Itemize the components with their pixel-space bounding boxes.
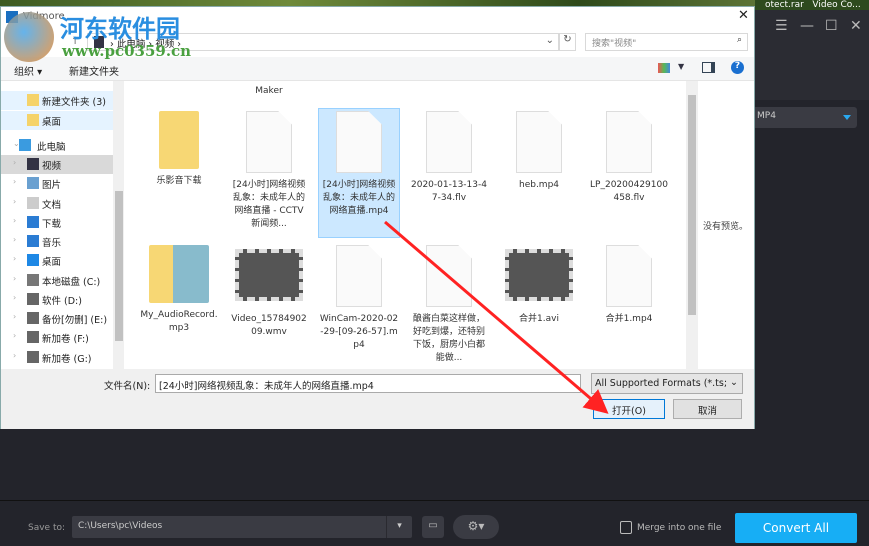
watermark-logo: 河东软件园 www.pc0359.cn: [0, 6, 200, 66]
annotation-arrow: [384, 220, 609, 414]
